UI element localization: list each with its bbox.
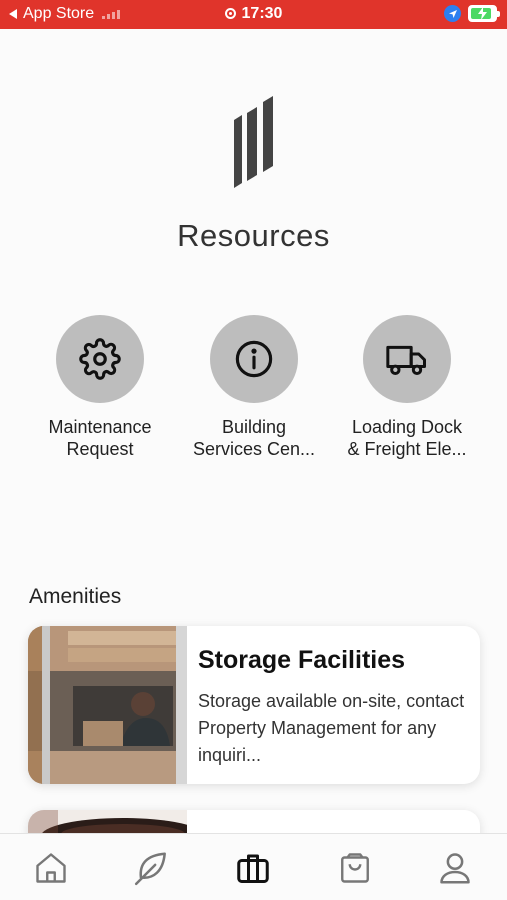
amenity-card-storage[interactable]: Storage Facilities Storage available on-… xyxy=(28,626,480,784)
gear-icon xyxy=(79,338,121,380)
nav-resources[interactable] xyxy=(232,848,274,888)
battery-icon xyxy=(468,5,500,22)
bottom-navigation xyxy=(0,833,507,900)
amenities-heading: Amenities xyxy=(29,585,122,608)
page-title: Resources xyxy=(177,218,330,253)
brand-logo xyxy=(233,96,275,190)
maintenance-label: Maintenance Request xyxy=(48,417,152,459)
building-services-button[interactable]: Building Services Cen... xyxy=(179,315,329,460)
status-time: 17:30 xyxy=(241,5,283,22)
nav-sustainability[interactable] xyxy=(131,848,173,888)
nav-home[interactable] xyxy=(30,848,72,888)
card-description: Storage available on-site, contact Prope… xyxy=(198,691,465,765)
screen-recording-icon xyxy=(224,8,236,19)
location-icon xyxy=(444,5,461,22)
loading-dock-circle xyxy=(363,315,451,403)
status-time-group: 17:30 xyxy=(0,5,507,23)
leaf-icon xyxy=(134,852,166,886)
info-icon xyxy=(235,340,273,378)
status-bar: App Store 17:30 xyxy=(0,0,507,29)
loading-dock-button[interactable]: Loading Dock & Freight Ele... xyxy=(332,315,482,460)
card-title: Storage Facilities xyxy=(198,646,406,674)
status-right xyxy=(444,5,500,22)
truck-icon xyxy=(386,345,426,375)
shopping-bag-icon xyxy=(341,853,369,883)
storage-facilities-image xyxy=(28,626,187,784)
maintenance-circle xyxy=(56,315,144,403)
nav-shop[interactable] xyxy=(334,848,376,888)
home-icon xyxy=(36,853,66,883)
loading-dock-label: Loading Dock & Freight Ele... xyxy=(347,417,467,459)
profile-icon xyxy=(440,853,470,884)
building-services-circle xyxy=(210,315,298,403)
briefcase-icon xyxy=(237,854,269,883)
maintenance-request-button[interactable]: Maintenance Request xyxy=(25,315,175,460)
building-services-label: Building Services Cen... xyxy=(192,417,316,459)
nav-profile[interactable] xyxy=(434,848,476,888)
